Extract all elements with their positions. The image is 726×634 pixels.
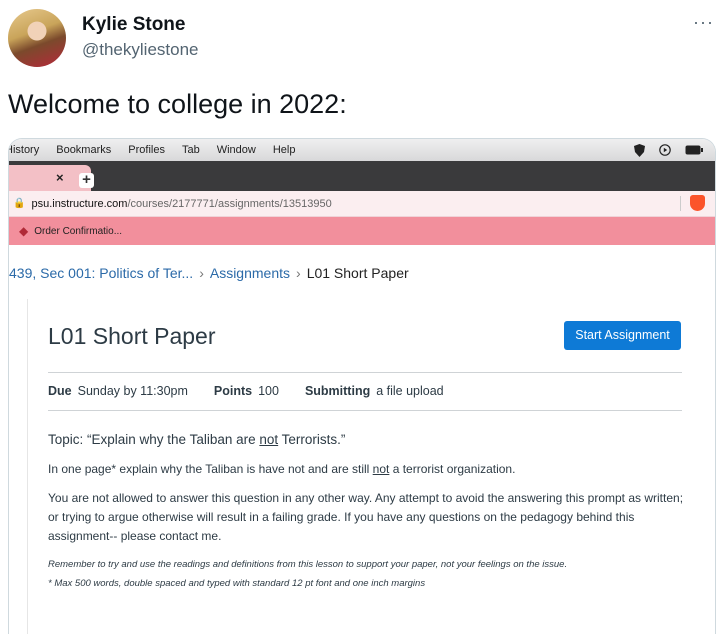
menu-window[interactable]: Window <box>217 144 256 156</box>
due-label: Due <box>48 384 72 398</box>
breadcrumb: 439, Sec 001: Politics of Ter... › Assignm… <box>9 265 409 281</box>
page-title: L01 Short Paper <box>48 323 216 349</box>
divider <box>680 196 681 211</box>
menu-help[interactable]: Help <box>273 144 296 156</box>
assignment-content: L01 Short Paper Start Assignment Due Sund… <box>27 299 708 634</box>
shield-icon[interactable] <box>634 143 645 157</box>
emphasis-not: not <box>372 462 390 476</box>
address-bar[interactable]: 🔒 psu.instructure.com/courses/2177771/as… <box>9 191 715 217</box>
points-value: 100 <box>258 384 279 398</box>
menu-tab[interactable]: Tab <box>182 144 200 156</box>
format-note: * Max 500 words, double spaced and typed… <box>48 578 426 589</box>
active-tab[interactable]: × + <box>9 165 94 191</box>
menu-profiles[interactable]: Profiles <box>128 144 165 156</box>
tweet-text: Welcome to college in 2022: <box>8 89 347 119</box>
reading-note: Remember to try and use the readings and… <box>48 559 568 570</box>
breadcrumb-current: L01 Short Paper <box>306 265 409 281</box>
display-name[interactable]: Kylie Stone <box>82 14 185 36</box>
avatar[interactable] <box>8 9 66 67</box>
submitting-label: Submitting <box>304 384 371 398</box>
bookmark-favicon-icon: ◆ <box>19 224 29 238</box>
bookmarks-bar: ◆ Order Confirmatio... <box>9 217 715 245</box>
instructions-paragraph: In one page* explain why the Taliban is … <box>48 462 516 476</box>
bookmark-order-confirmation[interactable]: Order Confirmatio... <box>34 226 122 237</box>
lock-icon: 🔒 <box>13 198 26 209</box>
mac-menu-bar: History Bookmarks Profiles Tab Window He… <box>9 139 715 161</box>
brave-shield-icon[interactable] <box>690 195 705 211</box>
more-options-icon[interactable]: ··· <box>693 12 714 33</box>
user-handle[interactable]: @thekyliestone <box>82 40 199 60</box>
rules-paragraph: You are not allowed to answer this quest… <box>48 491 684 543</box>
submitting-value: a file upload <box>376 384 444 398</box>
divider <box>48 410 682 411</box>
battery-icon[interactable] <box>685 145 703 155</box>
new-tab-button[interactable]: + <box>79 172 94 188</box>
menu-history[interactable]: History <box>9 144 39 156</box>
assignment-details: Due Sunday by 11:30pm Points 100 Submitting a… <box>48 384 444 398</box>
divider <box>48 372 682 373</box>
breadcrumb-separator-icon: › <box>296 265 301 281</box>
system-tray <box>634 143 703 157</box>
attached-screenshot[interactable]: History Bookmarks Profiles Tab Window He… <box>8 138 716 634</box>
url-path: /courses/2177771/assignments/13513950 <box>127 197 332 210</box>
tab-strip: × + <box>9 161 715 191</box>
breadcrumb-separator-icon: › <box>199 265 204 281</box>
tab-close-icon[interactable]: × <box>56 170 64 185</box>
url-host: psu.instructure.com <box>31 197 128 210</box>
points-label: Points <box>213 384 253 398</box>
emphasis-not: not <box>259 432 279 447</box>
menu-bookmarks[interactable]: Bookmarks <box>56 144 111 156</box>
topic-heading: Topic: “Explain why the Taliban are not … <box>48 432 346 447</box>
breadcrumb-assignments[interactable]: Assignments <box>210 265 290 281</box>
start-assignment-button[interactable]: Start Assignment <box>564 321 681 350</box>
due-value: Sunday by 11:30pm <box>77 384 188 398</box>
breadcrumb-course[interactable]: 439, Sec 001: Politics of Ter... <box>9 265 193 281</box>
play-icon[interactable] <box>659 144 671 156</box>
